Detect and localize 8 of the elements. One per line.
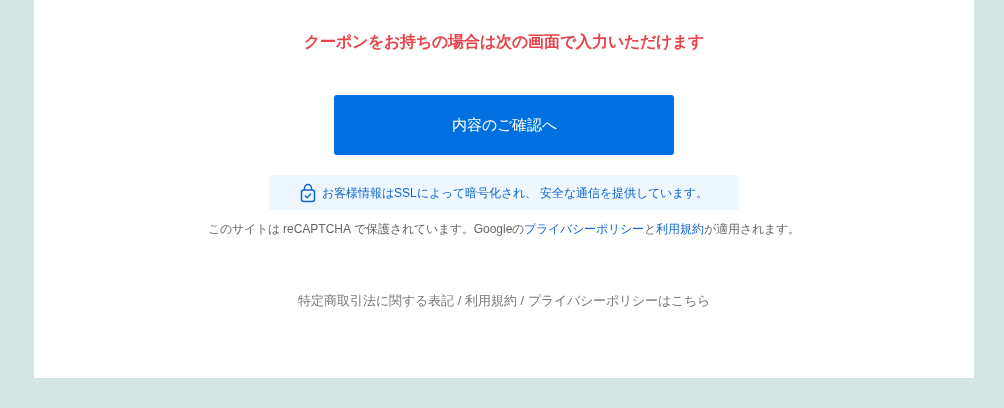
coupon-notice: クーポンをお持ちの場合は次の画面で入力いただけます [304, 32, 704, 52]
footer-link[interactable]: 特定商取引法に関する表記 / 利用規約 / プライバシーポリシーはこちら [298, 291, 710, 311]
policy-link[interactable]: プライバシーポリシー [524, 222, 645, 236]
ssl-note-text: お客様情報はSSLによって暗号化され、 安全な通信を提供しています。 [322, 184, 708, 202]
recaptcha-note: このサイトは reCAPTCHA で保護されています。Googleのプライバシーポリシー と利用規約が適用されます。 [207, 221, 801, 238]
policy-link[interactable]: 利用規約 [656, 222, 705, 236]
confirm-button[interactable]: 内容のご確認へ [334, 95, 674, 155]
lock-icon [300, 182, 316, 203]
